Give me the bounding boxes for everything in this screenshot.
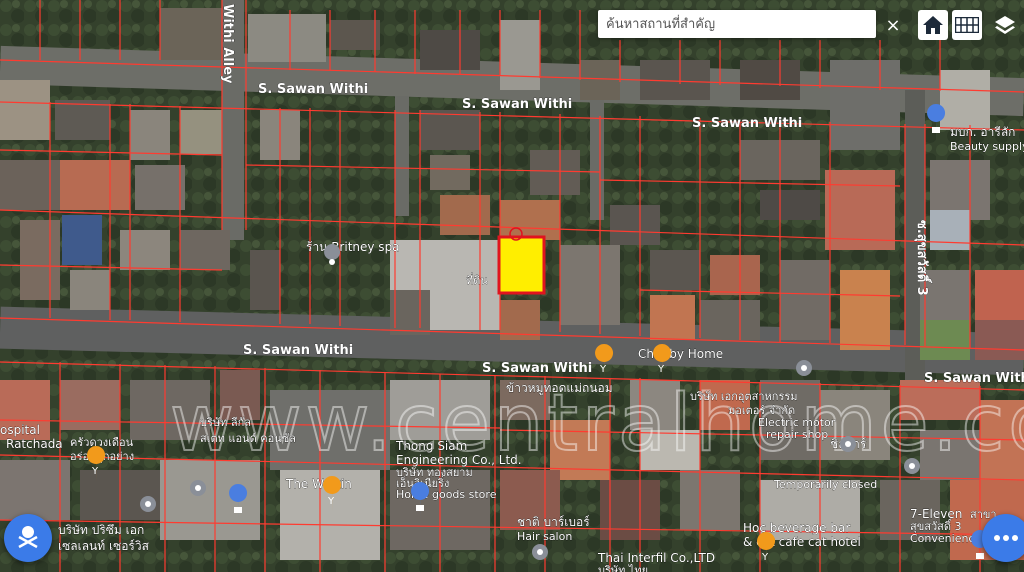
map-pin-grey-2 — [796, 360, 812, 376]
road-label-4: S. Sawan Withi — [243, 343, 353, 358]
poi-prisma: บริษัท ปริซึม เอก — [58, 523, 144, 537]
poi-khrua: ครัวดวงเดือน — [70, 436, 134, 449]
poi-thaiinterfil2: บริษัท ไทย — [598, 564, 648, 572]
poi-company1: บริษัท เอกอุตสาหกรรม — [690, 390, 798, 403]
poi-welkin: The Welkin — [285, 477, 352, 491]
poi-electric2: repair shop — [766, 428, 828, 441]
poi-tempclosed: Temporarily closed — [773, 478, 877, 491]
road-label-5: S. Sawan Withi — [482, 361, 592, 376]
poi-prisma2: เซลเลนท์ เซอร์วิส — [58, 539, 150, 553]
poi-chat: ชาติ บาร์เบอร์ — [517, 515, 590, 529]
home-button[interactable] — [918, 10, 948, 40]
poi-beauty: Beauty supply — [950, 140, 1024, 153]
poi-ratchada: Ratchada — [6, 437, 63, 451]
poi-silik: บริษัท ลีกัล — [200, 416, 251, 429]
poi-thongsiam: Thong Siam — [395, 439, 467, 453]
fab-button[interactable] — [982, 514, 1024, 562]
map-pin-grey-3 — [840, 436, 856, 452]
poi-plot: ที่ดิน — [466, 272, 488, 287]
search-bar[interactable] — [598, 10, 876, 38]
poi-seven3: สุขสวัสดิ์ 3 — [910, 518, 961, 533]
compass-icon — [18, 526, 38, 549]
map-pin-grey-4 — [904, 458, 920, 474]
highlighted-plot[interactable] — [497, 235, 546, 295]
poi-chubby: Chubby Home — [638, 347, 723, 361]
poi-khao: ข้าวหมูทอดแม่ถนอม — [506, 381, 613, 396]
road-label-2: S. Sawan Withi — [462, 97, 572, 112]
svg-text:Y: Y — [761, 552, 769, 563]
poi-hoc: Hoc beverage bar — [743, 521, 850, 535]
search-input[interactable] — [598, 10, 876, 38]
poi-thaiinterfil: Thai Interfil Co.,LTD — [597, 551, 715, 565]
poi-silik2: สเตท แอนด์ คอนซัล — [200, 432, 296, 445]
svg-text:Y: Y — [657, 364, 665, 375]
road-label-alley: Withi Alley — [220, 4, 235, 84]
layers-icon — [995, 16, 1015, 34]
grid-icon — [955, 17, 979, 33]
satellite-map[interactable]: www.centralhome.co S. Sawan Withi S. Saw… — [0, 0, 1024, 572]
map-pin-grey-7 — [532, 544, 548, 560]
poi-hospital: ospital — [0, 423, 40, 437]
compass-button[interactable] — [4, 514, 52, 562]
svg-text:Y: Y — [91, 466, 99, 477]
poi-thongsiam2: Engineering Co., Ltd. — [396, 453, 522, 467]
close-button[interactable]: × — [878, 10, 908, 40]
road-label-6: S. Sawan With — [924, 371, 1024, 386]
road-label-1: S. Sawan Withi — [258, 82, 368, 97]
poi-hair: Hair salon — [517, 530, 572, 543]
map-pin-grey-6 — [140, 496, 156, 512]
layers-button[interactable] — [990, 10, 1020, 40]
svg-text:Y: Y — [327, 496, 335, 507]
poi-mbk: มบก. อารีลัก — [950, 125, 1015, 139]
poi-seven: 7-Eleven — [910, 507, 962, 521]
close-icon: × — [885, 14, 901, 36]
svg-text:Y: Y — [599, 364, 607, 375]
road-label-3: S. Sawan Withi — [692, 116, 802, 131]
poi-homegoods: Home goods store — [396, 488, 497, 501]
map-pin-grey-5 — [190, 480, 206, 496]
poi-britney: ร้าน Britney spa — [306, 240, 400, 254]
grid-button[interactable] — [952, 10, 982, 40]
fab-icon — [994, 535, 1018, 541]
home-icon — [923, 16, 943, 34]
